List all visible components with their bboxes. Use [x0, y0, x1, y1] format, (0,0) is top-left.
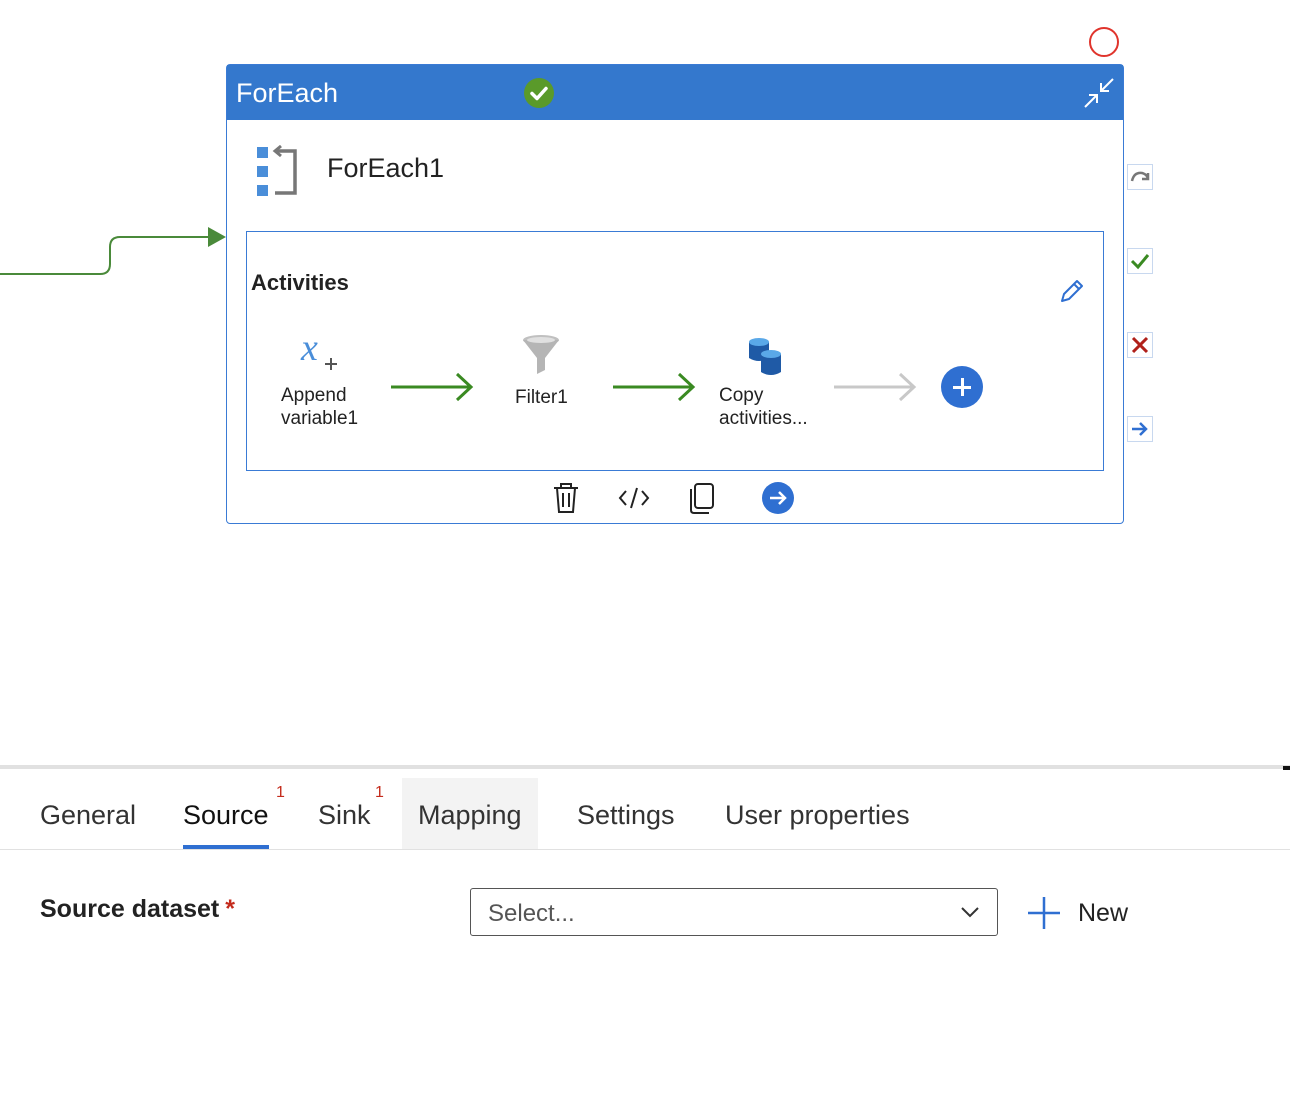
new-dataset-button[interactable]: New: [1026, 893, 1166, 933]
activity-label: Filter1: [515, 387, 568, 408]
tab-label: Sink: [318, 800, 371, 830]
panel-splitter[interactable]: [0, 765, 1290, 769]
source-dataset-dropdown[interactable]: Select...: [470, 888, 998, 936]
tab-mapping[interactable]: Mapping: [402, 778, 538, 849]
tab-label: Settings: [577, 800, 675, 830]
splitter-mark: [1283, 766, 1290, 770]
code-icon[interactable]: [617, 480, 651, 516]
clone-icon[interactable]: [685, 480, 719, 516]
tab-label: General: [40, 800, 137, 830]
activities-container[interactable]: Activities x Append variable1 Filter1 Co…: [246, 231, 1104, 471]
delete-icon[interactable]: [549, 480, 583, 516]
activity-copy[interactable]: Copy activities...: [717, 336, 837, 436]
error-count-badge: 1: [375, 784, 384, 801]
tab-sink[interactable]: Sink 1: [318, 778, 384, 849]
foreach-header[interactable]: ForEach: [227, 65, 1123, 120]
success-arrow: [613, 372, 696, 402]
activity-label-line2: variable1: [281, 408, 359, 429]
success-arrow: [391, 372, 474, 402]
activities-title: Activities: [251, 270, 349, 295]
filter-icon: [523, 335, 559, 374]
add-activity-button[interactable]: [941, 366, 983, 408]
required-marker: *: [225, 895, 235, 923]
activity-type-label: ForEach: [236, 78, 339, 108]
collapse-icon[interactable]: [1081, 75, 1117, 111]
activity-filter[interactable]: Filter1: [511, 332, 601, 422]
success-check-icon: [524, 78, 554, 108]
tab-user-properties[interactable]: User properties: [725, 778, 910, 849]
source-dataset-label: Source dataset *: [40, 895, 235, 924]
activity-label-line1: Append: [281, 385, 347, 406]
highlight-circle: [1089, 27, 1119, 57]
error-count-badge: 1: [276, 784, 285, 801]
success-check-icon: [1130, 254, 1150, 270]
foreach-activity-card[interactable]: ForEach ForEach1 Activities x Append var…: [226, 64, 1124, 524]
variable-icon: x: [300, 328, 337, 370]
tab-settings[interactable]: Settings: [577, 778, 675, 849]
tab-general[interactable]: General: [40, 778, 136, 849]
active-tab-indicator: [183, 845, 269, 849]
skip-icon: [1130, 171, 1150, 182]
activity-append-variable[interactable]: x Append variable1: [277, 328, 377, 438]
activity-label-line1: Copy: [719, 385, 764, 406]
skip-output-handle[interactable]: [1127, 164, 1153, 190]
tab-label: User properties: [725, 800, 910, 830]
svg-text:x: x: [300, 328, 318, 369]
activity-label-line2: activities...: [719, 408, 808, 429]
incoming-connector: [0, 227, 226, 275]
pipeline-canvas[interactable]: ForEach ForEach1 Activities x Append var…: [0, 0, 1290, 765]
activity-name[interactable]: ForEach1: [327, 153, 444, 184]
foreach-icon: [257, 145, 297, 196]
dropdown-placeholder: Select...: [488, 900, 575, 927]
failure-output-handle[interactable]: [1127, 332, 1153, 358]
properties-tabbar: General Source 1 Sink 1 Mapping Settings…: [0, 778, 1290, 850]
pending-arrow: [834, 372, 917, 402]
tab-source[interactable]: Source 1: [183, 778, 285, 849]
tab-label: Mapping: [418, 800, 522, 830]
field-label: Source dataset: [40, 895, 220, 923]
go-to-icon[interactable]: [761, 480, 795, 516]
completion-arrow-icon: [1132, 422, 1148, 436]
success-output-handle[interactable]: [1127, 248, 1153, 274]
edit-pencil-icon[interactable]: [1057, 276, 1087, 306]
completion-output-handle[interactable]: [1127, 416, 1153, 442]
new-button-label: New: [1078, 899, 1129, 927]
chevron-down-icon: [961, 907, 979, 918]
copy-data-icon: [749, 338, 781, 375]
tab-label: Source: [183, 800, 269, 830]
plus-icon: [1028, 897, 1060, 929]
failure-x-icon: [1131, 336, 1149, 354]
